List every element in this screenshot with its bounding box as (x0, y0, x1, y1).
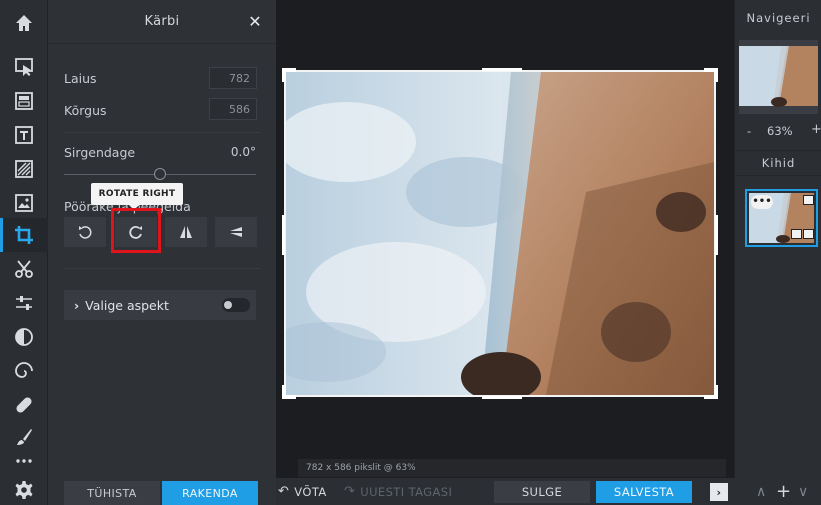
aspect-label: Valige aspekt (85, 297, 169, 313)
settings-button[interactable] (0, 473, 48, 505)
crop-icon (15, 226, 33, 244)
width-label: Laius (64, 71, 97, 86)
heal-tool[interactable] (0, 388, 48, 422)
redo-button[interactable]: ↷ UUESTI TAGASI (344, 478, 452, 505)
more-icon (16, 459, 32, 463)
text-icon (15, 126, 33, 144)
layout-icon (15, 92, 33, 110)
straighten-value: 0.0° (230, 145, 256, 159)
photo-editor-app: Kärbi ✕ Laius 782 Kõrgus 586 Sirgendage … (0, 0, 821, 505)
spiral-icon (15, 362, 33, 378)
panel-actions: TÜHISTA RAKENDA (48, 478, 276, 505)
crop-handle-bottom[interactable] (482, 396, 522, 399)
home-button[interactable] (0, 6, 48, 40)
straighten-label: Sirgendage (64, 145, 136, 160)
redo-icon: ↷ (344, 484, 356, 499)
bottom-bar: ↶ VÕTA ↷ UUESTI TAGASI SULGE SALVESTA › … (276, 478, 821, 505)
panel-header: Kärbi ✕ (48, 0, 276, 44)
width-input[interactable]: 782 (209, 67, 257, 89)
home-icon (16, 15, 32, 31)
layer-up-icon[interactable]: ∧ (756, 478, 767, 505)
crop-handle-left[interactable] (282, 215, 285, 255)
more-tools-button[interactable] (0, 440, 48, 474)
zoom-in-button[interactable]: + (811, 122, 821, 137)
arrange-tool[interactable] (0, 50, 48, 84)
undo-label: VÕTA (294, 484, 327, 499)
redo-label: UUESTI TAGASI (360, 484, 453, 499)
zoom-out-button[interactable]: - (747, 124, 751, 138)
text-tool[interactable] (0, 118, 48, 152)
zoom-controls: - 63% + (735, 122, 821, 142)
contrast-icon (15, 328, 33, 346)
rotate-right-tooltip: ROTATE RIGHT (91, 183, 183, 210)
close-button[interactable]: SULGE (494, 481, 590, 503)
navigator-thumbnail[interactable] (739, 40, 818, 114)
divider (64, 268, 260, 269)
crop-handle-bottom-left[interactable] (282, 385, 286, 399)
close-icon[interactable]: ✕ (248, 12, 262, 31)
cursor-icon (15, 58, 33, 76)
rotate-right-highlight (111, 208, 161, 253)
height-input[interactable]: 586 (209, 98, 257, 120)
zoom-level: 63% (767, 124, 793, 138)
undo-button[interactable]: ↶ VÕTA (278, 478, 327, 505)
layers-title: Kihid (735, 150, 821, 176)
cutout-tool[interactable] (0, 252, 48, 286)
apply-button[interactable]: RAKENDA (162, 481, 258, 505)
save-button[interactable]: SALVESTA (596, 481, 692, 503)
liquify-tool[interactable] (0, 354, 48, 388)
navigator-thumbnail-graphic (739, 40, 818, 114)
tool-sidebar (0, 0, 48, 505)
crop-tool[interactable] (0, 218, 48, 252)
crop-handle-right[interactable] (715, 215, 718, 255)
height-label: Kõrgus (64, 103, 107, 118)
visibility-checkbox-icon[interactable] (803, 229, 814, 239)
crop-handle-top-right[interactable] (714, 68, 718, 82)
crop-handle-bottom-right[interactable] (714, 385, 718, 399)
flip-horizontal-button[interactable] (165, 217, 207, 247)
flip-vertical-icon (230, 227, 242, 237)
texture-icon (15, 160, 33, 178)
image-icon (15, 194, 33, 212)
chevron-right-icon: › (74, 297, 80, 313)
crop-frame[interactable] (282, 68, 718, 399)
cancel-button[interactable]: TÜHISTA (64, 481, 160, 505)
flip-vertical-button[interactable] (215, 217, 257, 247)
lock-icon[interactable] (791, 229, 802, 239)
right-panel: Navigeeri - 63% + Kihid ••• (734, 0, 821, 478)
flip-horizontal-icon (180, 226, 192, 238)
layer-options-icon[interactable]: ••• (751, 195, 773, 209)
add-layer-icon[interactable]: + (776, 478, 791, 505)
expand-panel-icon[interactable]: › (710, 483, 728, 501)
adjust-tool[interactable] (0, 286, 48, 320)
layout-tool[interactable] (0, 84, 48, 118)
gear-icon (15, 481, 33, 499)
effects-tool[interactable] (0, 320, 48, 354)
straighten-slider-knob[interactable] (154, 168, 166, 180)
image-info-bar: 782 x 586 pikslit @ 63% (298, 459, 726, 477)
layer-down-icon[interactable]: ∨ (798, 478, 809, 505)
scissors-icon (15, 260, 33, 278)
crop-handle-top-left[interactable] (282, 68, 286, 82)
navigator-title: Navigeeri (746, 11, 811, 25)
panel-title: Kärbi (144, 14, 180, 29)
sliders-icon (16, 296, 32, 310)
bandage-icon (16, 397, 32, 413)
aspect-row[interactable]: › Valige aspekt (64, 290, 256, 320)
canvas-area: 782 x 586 pikslit @ 63% (276, 0, 734, 478)
rotate-left-icon (79, 226, 92, 239)
aspect-toggle[interactable] (222, 298, 250, 312)
crop-panel: Kärbi ✕ Laius 782 Kõrgus 586 Sirgendage … (48, 0, 276, 505)
texture-tool[interactable] (0, 152, 48, 186)
undo-icon: ↶ (278, 484, 290, 499)
rotate-left-button[interactable] (64, 217, 106, 247)
crop-handle-top[interactable] (482, 68, 522, 71)
divider (64, 132, 260, 133)
layer-image-icon (803, 195, 814, 205)
image-tool[interactable] (0, 186, 48, 220)
layer-item[interactable]: ••• (745, 189, 818, 247)
